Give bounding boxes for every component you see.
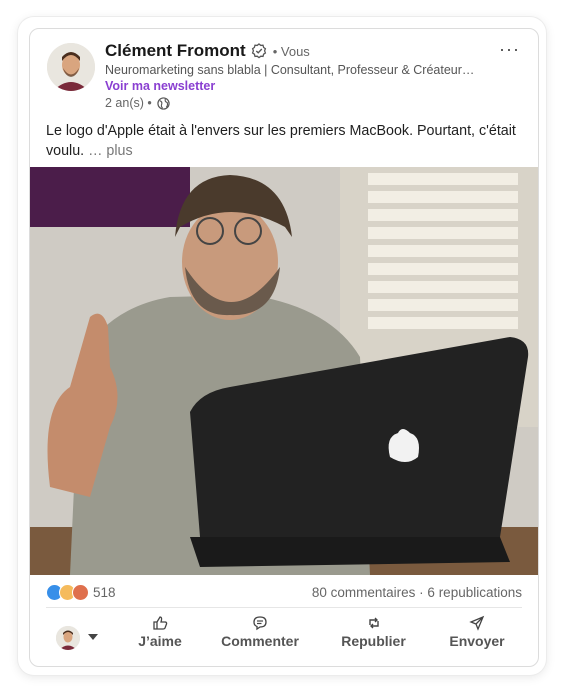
divider: [46, 607, 522, 608]
caret-down-icon[interactable]: [88, 634, 98, 640]
send-button[interactable]: Envoyer: [442, 615, 512, 649]
globe-icon: [157, 96, 170, 110]
repost-label: Republier: [341, 633, 406, 649]
newsletter-link[interactable]: Voir ma newsletter: [105, 79, 215, 93]
comments-reposts-count[interactable]: 80 commentaires · 6 republications: [312, 585, 522, 600]
more-options-icon[interactable]: ···: [499, 39, 520, 60]
comment-button[interactable]: Commenter: [215, 615, 305, 649]
love-reaction-icon: [72, 583, 89, 601]
send-icon: [469, 615, 485, 631]
post-meta: 2 an(s) •: [105, 96, 170, 110]
connection-degree: • Vous: [272, 43, 310, 59]
comment-icon: [253, 616, 267, 631]
repost-button[interactable]: Republier: [336, 615, 411, 649]
comment-label: Commenter: [221, 633, 299, 649]
like-label: J’aime: [138, 633, 182, 649]
see-more-link[interactable]: … plus: [88, 143, 133, 159]
author-avatar[interactable]: [47, 43, 95, 91]
actor-avatar[interactable]: [56, 626, 80, 650]
verified-icon: [251, 43, 266, 59]
post-text: Le logo d'Apple était à l'envers sur les…: [46, 121, 516, 161]
feed-post-card: Clément Fromont • Vous Neuromarketing sa…: [29, 28, 539, 667]
like-button[interactable]: J’aime: [130, 615, 190, 649]
post-image[interactable]: [30, 167, 538, 575]
repost-icon: [368, 617, 379, 629]
reaction-count: 518: [93, 584, 116, 600]
author-headline: Neuromarketing sans blabla | Consultant,…: [105, 63, 475, 77]
action-bar: J’aime Commenter Republier Envoyer: [30, 615, 538, 657]
post-time: 2 an(s) •: [105, 96, 152, 110]
post-stats: 518 80 commentaires · 6 republications: [46, 583, 522, 601]
reactions-summary[interactable]: 518: [46, 583, 116, 601]
like-icon: [153, 616, 168, 630]
author-name[interactable]: Clément Fromont: [105, 41, 246, 61]
send-label: Envoyer: [449, 633, 505, 649]
